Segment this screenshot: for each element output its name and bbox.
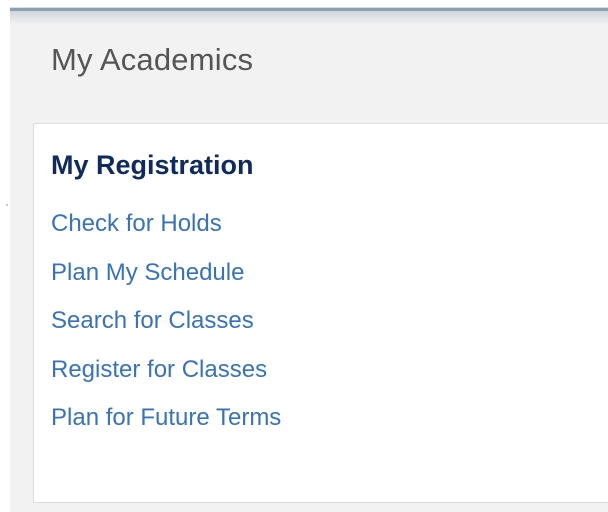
plan-for-future-terms-link[interactable]: Plan for Future Terms — [51, 404, 281, 431]
divider — [6, 204, 8, 206]
list-item: Register for Classes — [51, 350, 281, 399]
check-for-holds-link[interactable]: Check for Holds — [51, 210, 222, 237]
search-for-classes-link[interactable]: Search for Classes — [51, 307, 254, 334]
panel-heading: My Registration — [51, 150, 254, 180]
registration-link-list: Check for Holds Plan My Schedule Search … — [51, 204, 281, 447]
list-item: Search for Classes — [51, 301, 281, 350]
card-title: My Academics — [51, 42, 254, 77]
my-registration-panel: My Registration Check for Holds Plan My … — [33, 123, 608, 503]
list-item: Plan for Future Terms — [51, 398, 281, 447]
plan-my-schedule-link[interactable]: Plan My Schedule — [51, 259, 244, 286]
register-for-classes-link[interactable]: Register for Classes — [51, 356, 267, 383]
page: My Academics My Registration Check for H… — [0, 0, 608, 512]
list-item: Check for Holds — [51, 204, 281, 253]
list-item: Plan My Schedule — [51, 253, 281, 302]
